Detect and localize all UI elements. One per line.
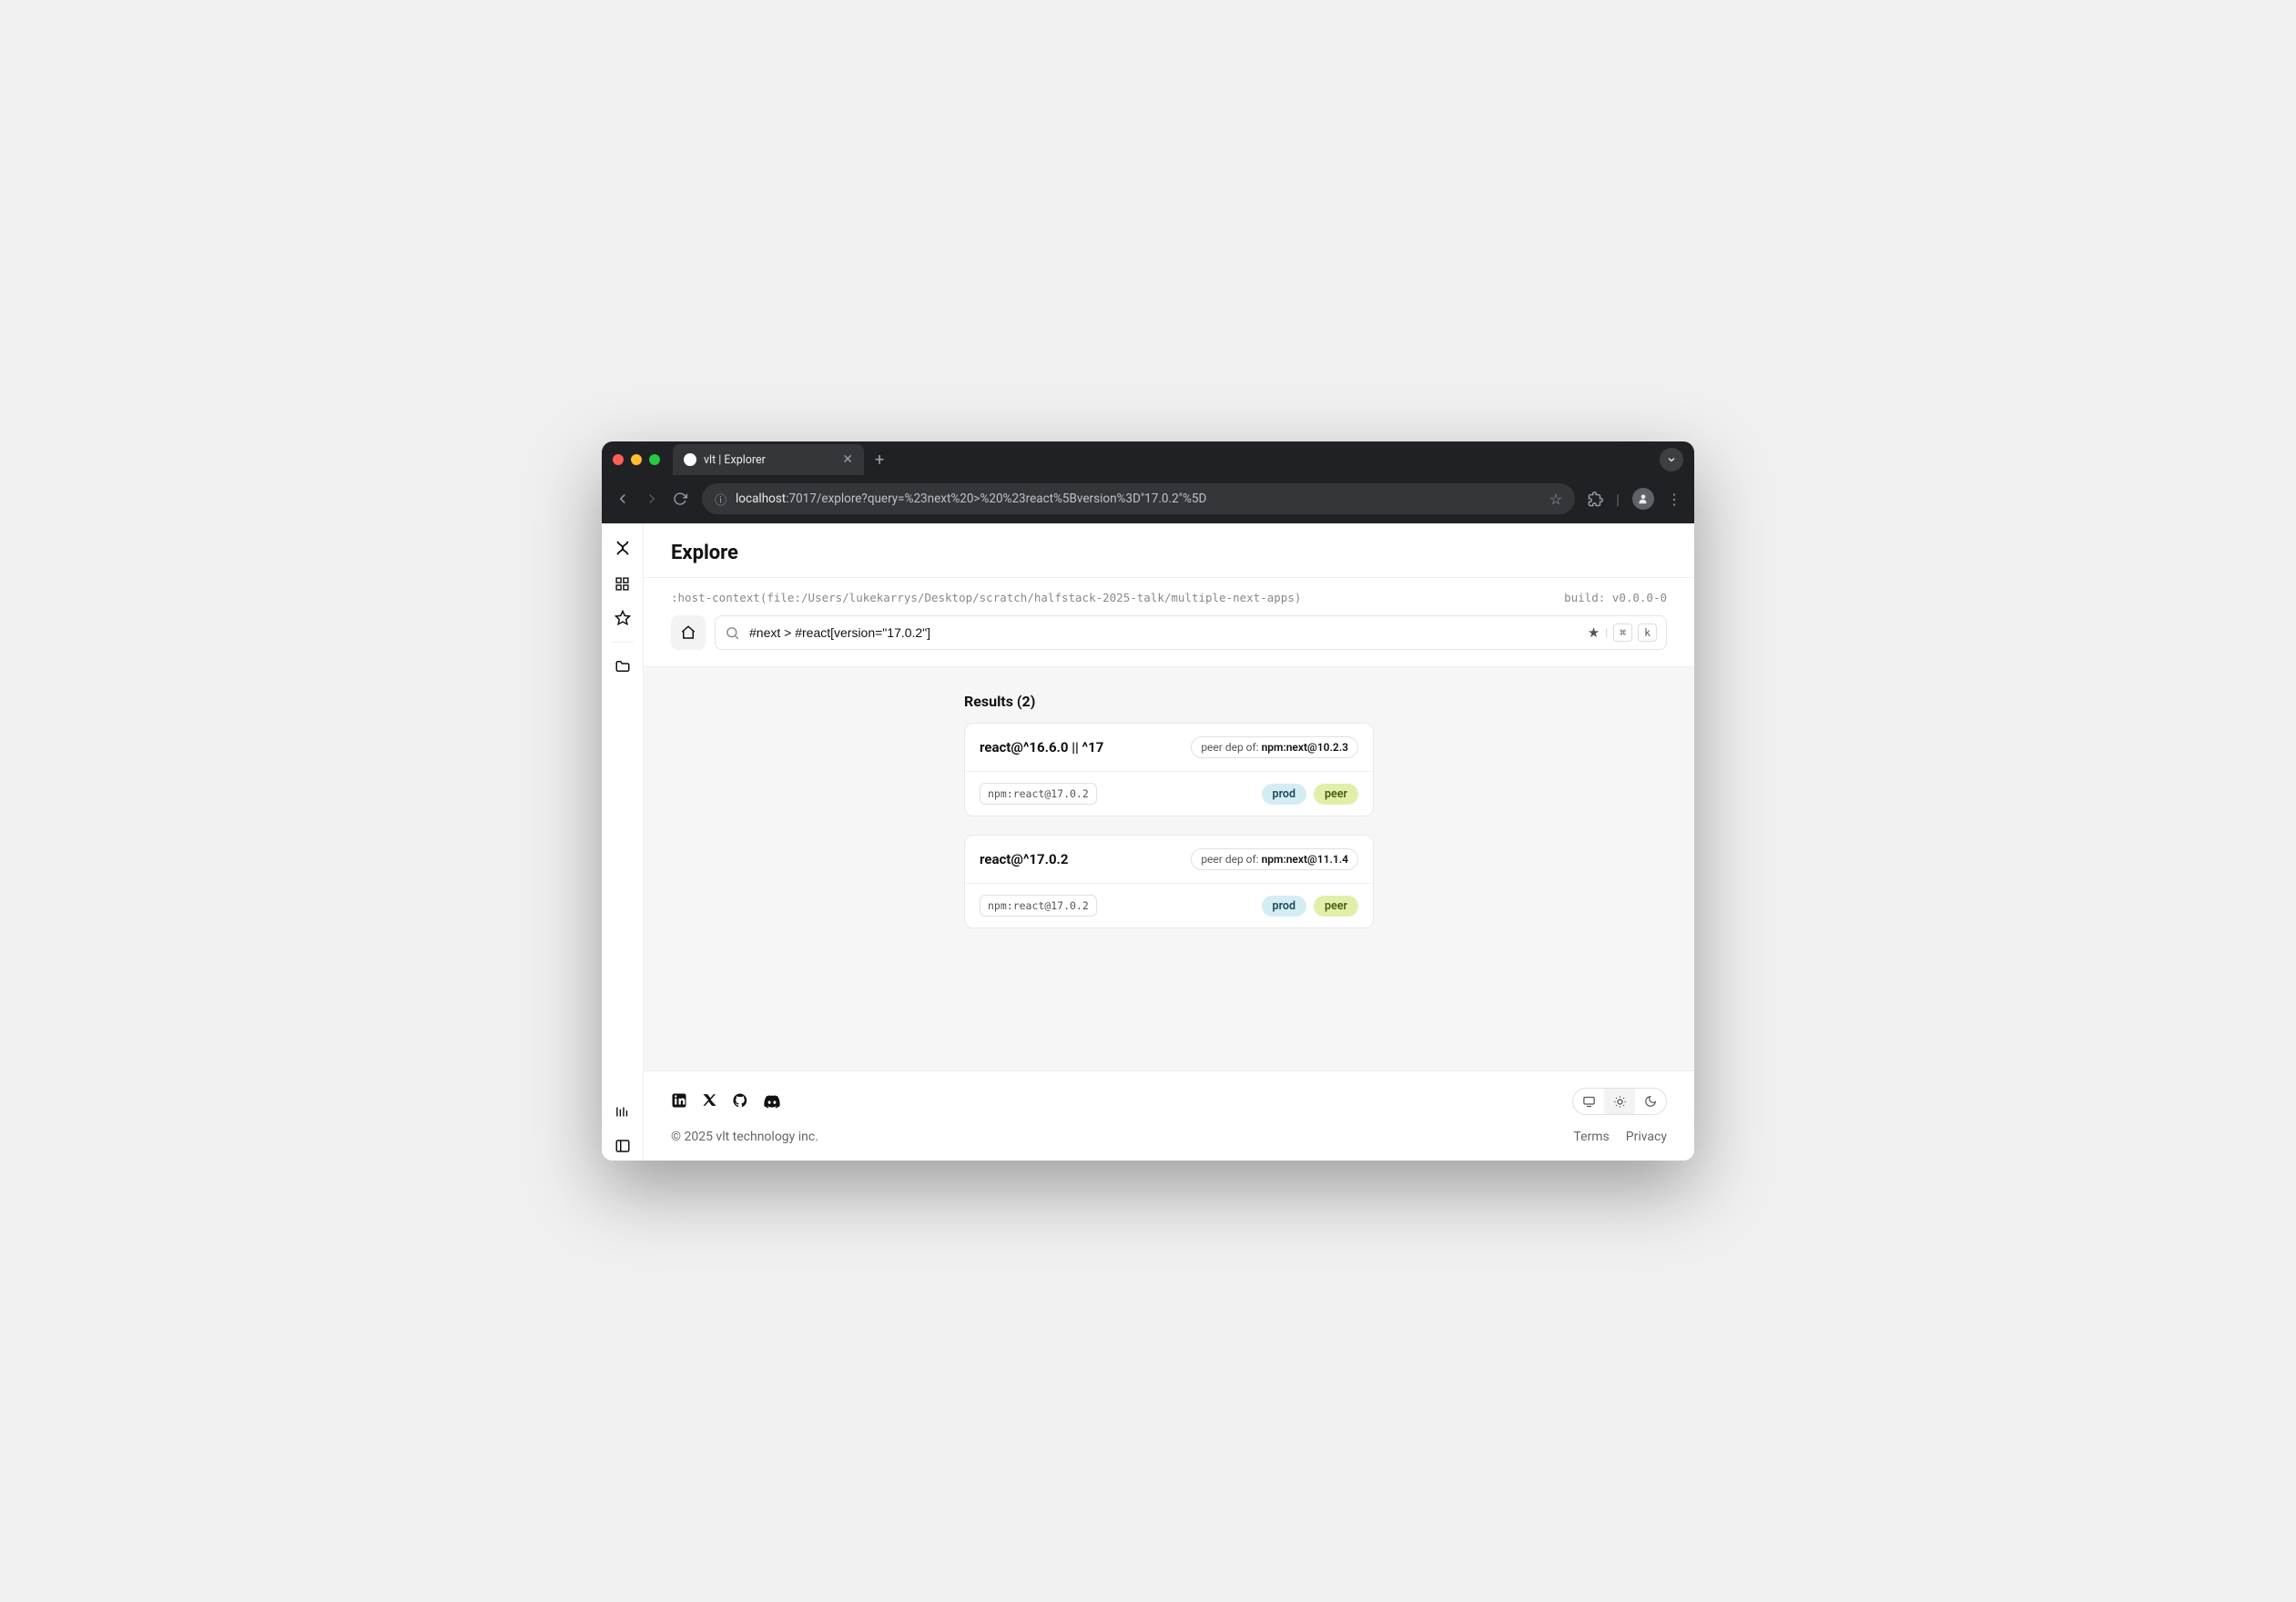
kbd-k: k: [1638, 624, 1657, 642]
search-row: ★ | ⌘ k: [644, 604, 1694, 667]
build-version-text: build: v0.0.0-0: [1564, 591, 1667, 604]
tab-bar: vlt | Explorer ✕ +: [602, 441, 1694, 478]
github-icon[interactable]: [732, 1092, 748, 1110]
result-title: react@^16.6.0 || ^17: [980, 739, 1103, 755]
forward-button[interactable]: [644, 491, 660, 507]
address-bar: ⓘ localhost:7017/explore?query=%23next%2…: [602, 478, 1694, 523]
theme-toggle[interactable]: [1572, 1088, 1667, 1115]
back-button[interactable]: [615, 491, 631, 507]
theme-system-icon[interactable]: [1573, 1089, 1604, 1114]
x-twitter-icon[interactable]: [702, 1092, 717, 1110]
copyright-text: © 2025 vlt technology inc.: [671, 1130, 818, 1144]
footer-links: Terms Privacy: [1573, 1130, 1667, 1144]
package-spec-badge: npm:react@17.0.2: [980, 895, 1097, 917]
library-icon[interactable]: [608, 1097, 637, 1126]
tag-list: prod peer: [1262, 896, 1358, 917]
discord-icon[interactable]: [763, 1092, 781, 1110]
browser-chrome: vlt | Explorer ✕ + ⓘ localhost:7017/expl…: [602, 441, 1694, 523]
separator: |: [1605, 626, 1608, 639]
search-shortcuts: ★ | ⌘ k: [1588, 624, 1657, 642]
reload-button[interactable]: [673, 492, 689, 506]
favorite-star-icon[interactable]: ★: [1588, 624, 1600, 641]
window-controls: [613, 454, 660, 465]
bookmark-star-icon[interactable]: ☆: [1549, 491, 1562, 508]
footer: © 2025 vlt technology inc. Terms Privacy: [644, 1070, 1694, 1161]
peer-dep-badge: peer dep of: npm:next@10.2.3: [1191, 736, 1358, 758]
browser-window: vlt | Explorer ✕ + ⓘ localhost:7017/expl…: [602, 441, 1694, 1161]
profile-avatar-icon[interactable]: [1632, 488, 1654, 510]
minimize-window-icon[interactable]: [631, 454, 642, 465]
app-content: Explore :host-context(file:/Users/lukeka…: [602, 523, 1694, 1161]
kbd-cmd: ⌘: [1613, 624, 1632, 642]
panel-icon[interactable]: [608, 1131, 637, 1161]
social-links: [671, 1092, 781, 1110]
folder-icon[interactable]: [608, 652, 637, 681]
result-card[interactable]: react@^17.0.2 peer dep of: npm:next@11.1…: [964, 835, 1374, 928]
extensions-icon[interactable]: [1588, 492, 1603, 507]
terms-link[interactable]: Terms: [1573, 1130, 1609, 1144]
host-context-text: :host-context(file:/Users/lukekarrys/Des…: [671, 591, 1301, 604]
divider: |: [1616, 491, 1620, 508]
privacy-link[interactable]: Privacy: [1626, 1130, 1667, 1144]
results-title: Results (2): [964, 693, 1374, 710]
tab-favicon-icon: [684, 453, 696, 466]
browser-tab[interactable]: vlt | Explorer ✕: [673, 444, 864, 475]
tag-prod: prod: [1262, 784, 1306, 805]
tag-peer: peer: [1314, 896, 1358, 917]
tag-list: prod peer: [1262, 784, 1358, 805]
package-spec-badge: npm:react@17.0.2: [980, 783, 1097, 805]
peer-dep-badge: peer dep of: npm:next@11.1.4: [1191, 848, 1358, 870]
tag-peer: peer: [1314, 784, 1358, 805]
main-panel: Explore :host-context(file:/Users/lukeka…: [644, 523, 1694, 1161]
home-button[interactable]: [671, 615, 706, 650]
tab-close-icon[interactable]: ✕: [842, 452, 853, 467]
logo-icon[interactable]: [608, 534, 637, 563]
browser-menu-icon[interactable]: ⋮: [1667, 491, 1681, 508]
maximize-window-icon[interactable]: [649, 454, 660, 465]
result-card[interactable]: react@^16.6.0 || ^17 peer dep of: npm:ne…: [964, 723, 1374, 816]
linkedin-icon[interactable]: [671, 1092, 687, 1110]
url-text: localhost:7017/explore?query=%23next%20>…: [736, 492, 1540, 506]
dashboard-icon[interactable]: [608, 569, 637, 598]
tag-prod: prod: [1262, 896, 1306, 917]
star-icon[interactable]: [608, 603, 637, 633]
search-box[interactable]: ★ | ⌘ k: [715, 615, 1667, 650]
sidebar: [602, 523, 644, 1161]
theme-dark-icon[interactable]: [1635, 1089, 1666, 1114]
search-input[interactable]: [749, 625, 1579, 640]
page-title: Explore: [671, 542, 1667, 564]
search-icon: [725, 625, 740, 641]
new-tab-button[interactable]: +: [875, 451, 884, 470]
context-bar: :host-context(file:/Users/lukekarrys/Des…: [644, 578, 1694, 604]
results-area: Results (2) react@^16.6.0 || ^17 peer de…: [644, 667, 1694, 1070]
close-window-icon[interactable]: [613, 454, 624, 465]
theme-light-icon[interactable]: [1604, 1089, 1635, 1114]
result-title: react@^17.0.2: [980, 851, 1069, 867]
page-header: Explore: [644, 523, 1694, 578]
site-info-icon[interactable]: ⓘ: [715, 491, 726, 508]
tab-title: vlt | Explorer: [704, 453, 835, 467]
url-input[interactable]: ⓘ localhost:7017/explore?query=%23next%2…: [702, 483, 1575, 514]
tab-list-button[interactable]: [1660, 448, 1683, 471]
